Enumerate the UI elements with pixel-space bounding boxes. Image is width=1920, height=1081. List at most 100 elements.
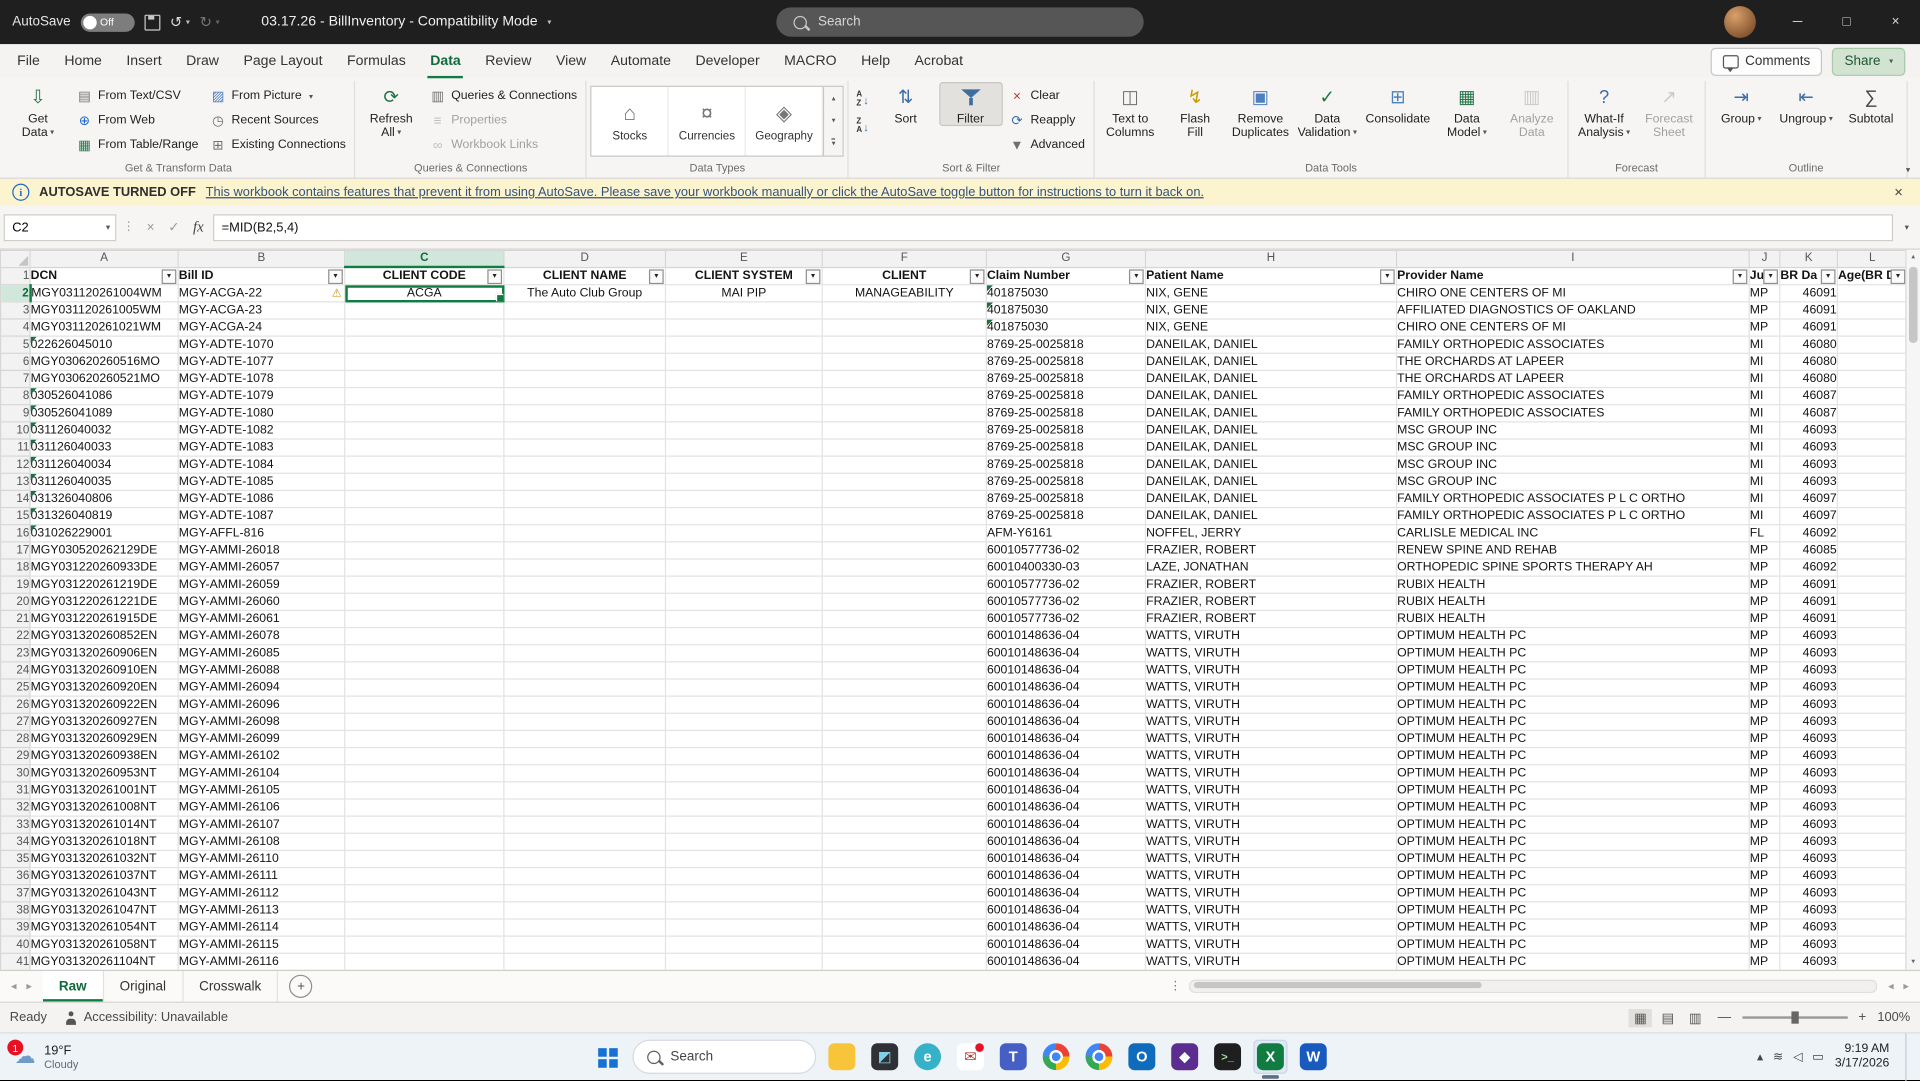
- cell-I15[interactable]: FAMILY ORTHOPEDIC ASSOCIATES P L C ORTHO: [1396, 507, 1750, 526]
- hscroll-right-icon[interactable]: ▸: [1903, 980, 1909, 993]
- cell-D10[interactable]: [503, 421, 667, 440]
- cell-H35[interactable]: WATTS, VIRUTH: [1145, 850, 1398, 869]
- cell-F20[interactable]: [822, 593, 987, 612]
- cell-I17[interactable]: RENEW SPINE AND REHAB: [1396, 541, 1750, 560]
- cell-K3[interactable]: 46091: [1779, 301, 1838, 320]
- error-checking-icon[interactable]: ⚠: [332, 285, 342, 300]
- filter-dropdown-icon-I[interactable]: ▾: [1732, 268, 1748, 284]
- cell-C39[interactable]: [344, 918, 505, 937]
- show-desktop-button[interactable]: [1905, 1032, 1910, 1081]
- cell-I11[interactable]: MSC GROUP INC: [1396, 438, 1750, 457]
- minimize-button[interactable]: ─: [1773, 0, 1822, 44]
- filter-dropdown-icon-K[interactable]: ▾: [1820, 268, 1836, 284]
- cell-A37[interactable]: MGY031320261043NT: [30, 884, 179, 903]
- cell-F27[interactable]: [822, 713, 987, 732]
- cell-E18[interactable]: [665, 558, 823, 577]
- cell-A12[interactable]: 031126040034: [30, 456, 179, 474]
- start-button[interactable]: [590, 1040, 624, 1074]
- cell-E13[interactable]: [665, 473, 823, 492]
- cell-F39[interactable]: [822, 918, 987, 937]
- cell-J24[interactable]: MP: [1749, 661, 1781, 680]
- cell-E22[interactable]: [665, 627, 823, 646]
- ribbon-tab-home[interactable]: Home: [52, 44, 114, 78]
- cell-K36[interactable]: 46093: [1779, 867, 1838, 886]
- row-header-14[interactable]: 14: [0, 489, 31, 509]
- row-header-20[interactable]: 20: [0, 592, 31, 612]
- row-header-11[interactable]: 11: [0, 438, 31, 457]
- cell-K21[interactable]: 46091: [1779, 610, 1838, 629]
- banner-close-icon[interactable]: ×: [1889, 184, 1907, 201]
- cell-C30[interactable]: [344, 764, 505, 783]
- tabbar-options-icon[interactable]: ⋮: [1162, 971, 1189, 1002]
- cell-J2[interactable]: MP: [1749, 284, 1781, 303]
- cell-A14[interactable]: 031326040806: [30, 490, 179, 509]
- cell-L21[interactable]: [1837, 610, 1906, 629]
- cell-A34[interactable]: MGY031320261018NT: [30, 833, 179, 852]
- workbook-links-button[interactable]: ∞ Workbook Links: [424, 133, 582, 156]
- cell-A30[interactable]: MGY031320260953NT: [30, 764, 179, 783]
- cell-I14[interactable]: FAMILY ORTHOPEDIC ASSOCIATES P L C ORTHO: [1396, 490, 1750, 509]
- cell-H9[interactable]: DANEILAK, DANIEL: [1145, 404, 1398, 423]
- column-header-H[interactable]: H: [1144, 249, 1398, 268]
- cell-K14[interactable]: 46097: [1779, 490, 1838, 509]
- cell-A16[interactable]: 031026229001: [30, 524, 179, 543]
- cell-H18[interactable]: LAZE, JONATHAN: [1145, 558, 1398, 577]
- cell-B13[interactable]: MGY-ADTE-1085: [178, 473, 346, 492]
- group-button[interactable]: ⇥ Group ▾: [1709, 82, 1773, 126]
- cell-H28[interactable]: WATTS, VIRUTH: [1145, 730, 1398, 749]
- cell-I31[interactable]: OPTIMUM HEALTH PC: [1396, 781, 1750, 800]
- battery-icon[interactable]: ▭: [1812, 1050, 1824, 1063]
- cell-G9[interactable]: 8769-25-0025818: [986, 404, 1147, 423]
- chrome-icon[interactable]: [1082, 1040, 1116, 1074]
- column-header-K[interactable]: K: [1779, 249, 1838, 268]
- ungroup-button[interactable]: ⇤ Ungroup ▾: [1774, 82, 1838, 126]
- cell-J7[interactable]: MI: [1749, 370, 1781, 389]
- cell-A41[interactable]: MGY031320261104NT: [30, 953, 179, 970]
- cell-B26[interactable]: MGY-AMMI-26096: [178, 696, 346, 714]
- cell-A22[interactable]: MGY031320260852EN: [30, 627, 179, 646]
- cell-C41[interactable]: [344, 953, 505, 970]
- cell-A15[interactable]: 031326040819: [30, 507, 179, 526]
- cell-F31[interactable]: [822, 781, 987, 800]
- sheet-tab-raw[interactable]: Raw: [42, 971, 104, 1002]
- cell-E41[interactable]: [665, 953, 823, 970]
- filter-dropdown-icon-J[interactable]: ▾: [1763, 268, 1778, 284]
- cell-J21[interactable]: MP: [1749, 610, 1781, 629]
- file-explorer-icon[interactable]: [825, 1040, 859, 1074]
- cell-B25[interactable]: MGY-AMMI-26094: [178, 678, 346, 697]
- terminal-icon[interactable]: >_: [1210, 1040, 1244, 1074]
- column-header-F[interactable]: F: [821, 249, 987, 268]
- cell-D39[interactable]: [503, 918, 667, 937]
- cell-E24[interactable]: [665, 661, 823, 680]
- cell-J23[interactable]: MP: [1749, 644, 1781, 663]
- zoom-slider-thumb[interactable]: [1791, 1011, 1799, 1024]
- cell-K37[interactable]: 46093: [1779, 884, 1838, 903]
- cell-A40[interactable]: MGY031320261058NT: [30, 936, 179, 954]
- cell-E10[interactable]: [665, 421, 823, 440]
- sort-a-to-z-button[interactable]: A Z ↓: [853, 87, 873, 113]
- cell-H40[interactable]: WATTS, VIRUTH: [1145, 936, 1398, 954]
- cell-C25[interactable]: [344, 678, 505, 697]
- cell-J3[interactable]: MP: [1749, 301, 1781, 320]
- cell-E34[interactable]: [665, 833, 823, 852]
- cell-D23[interactable]: [503, 644, 667, 663]
- cell-B27[interactable]: MGY-AMMI-26098: [178, 713, 346, 732]
- cell-D38[interactable]: [503, 901, 667, 920]
- cell-K2[interactable]: 46091: [1779, 284, 1838, 303]
- column-header-G[interactable]: G: [985, 249, 1147, 268]
- cell-E33[interactable]: [665, 816, 823, 834]
- cell-K30[interactable]: 46093: [1779, 764, 1838, 783]
- cell-B16[interactable]: MGY-AFFL-816: [178, 524, 346, 543]
- cell-C9[interactable]: [344, 404, 505, 423]
- comments-button[interactable]: Comments: [1710, 47, 1823, 76]
- cell-D15[interactable]: [503, 507, 667, 526]
- cell-A32[interactable]: MGY031320261008NT: [30, 798, 179, 817]
- cell-D9[interactable]: [503, 404, 667, 423]
- cell-A13[interactable]: 031126040035: [30, 473, 179, 492]
- cell-H7[interactable]: DANEILAK, DANIEL: [1145, 370, 1398, 389]
- row-header-7[interactable]: 7: [0, 369, 31, 389]
- cell-H33[interactable]: WATTS, VIRUTH: [1145, 816, 1398, 834]
- teams-icon[interactable]: T: [996, 1040, 1030, 1074]
- cell-K33[interactable]: 46093: [1779, 816, 1838, 834]
- cell-A19[interactable]: MGY031220261219DE: [30, 576, 179, 594]
